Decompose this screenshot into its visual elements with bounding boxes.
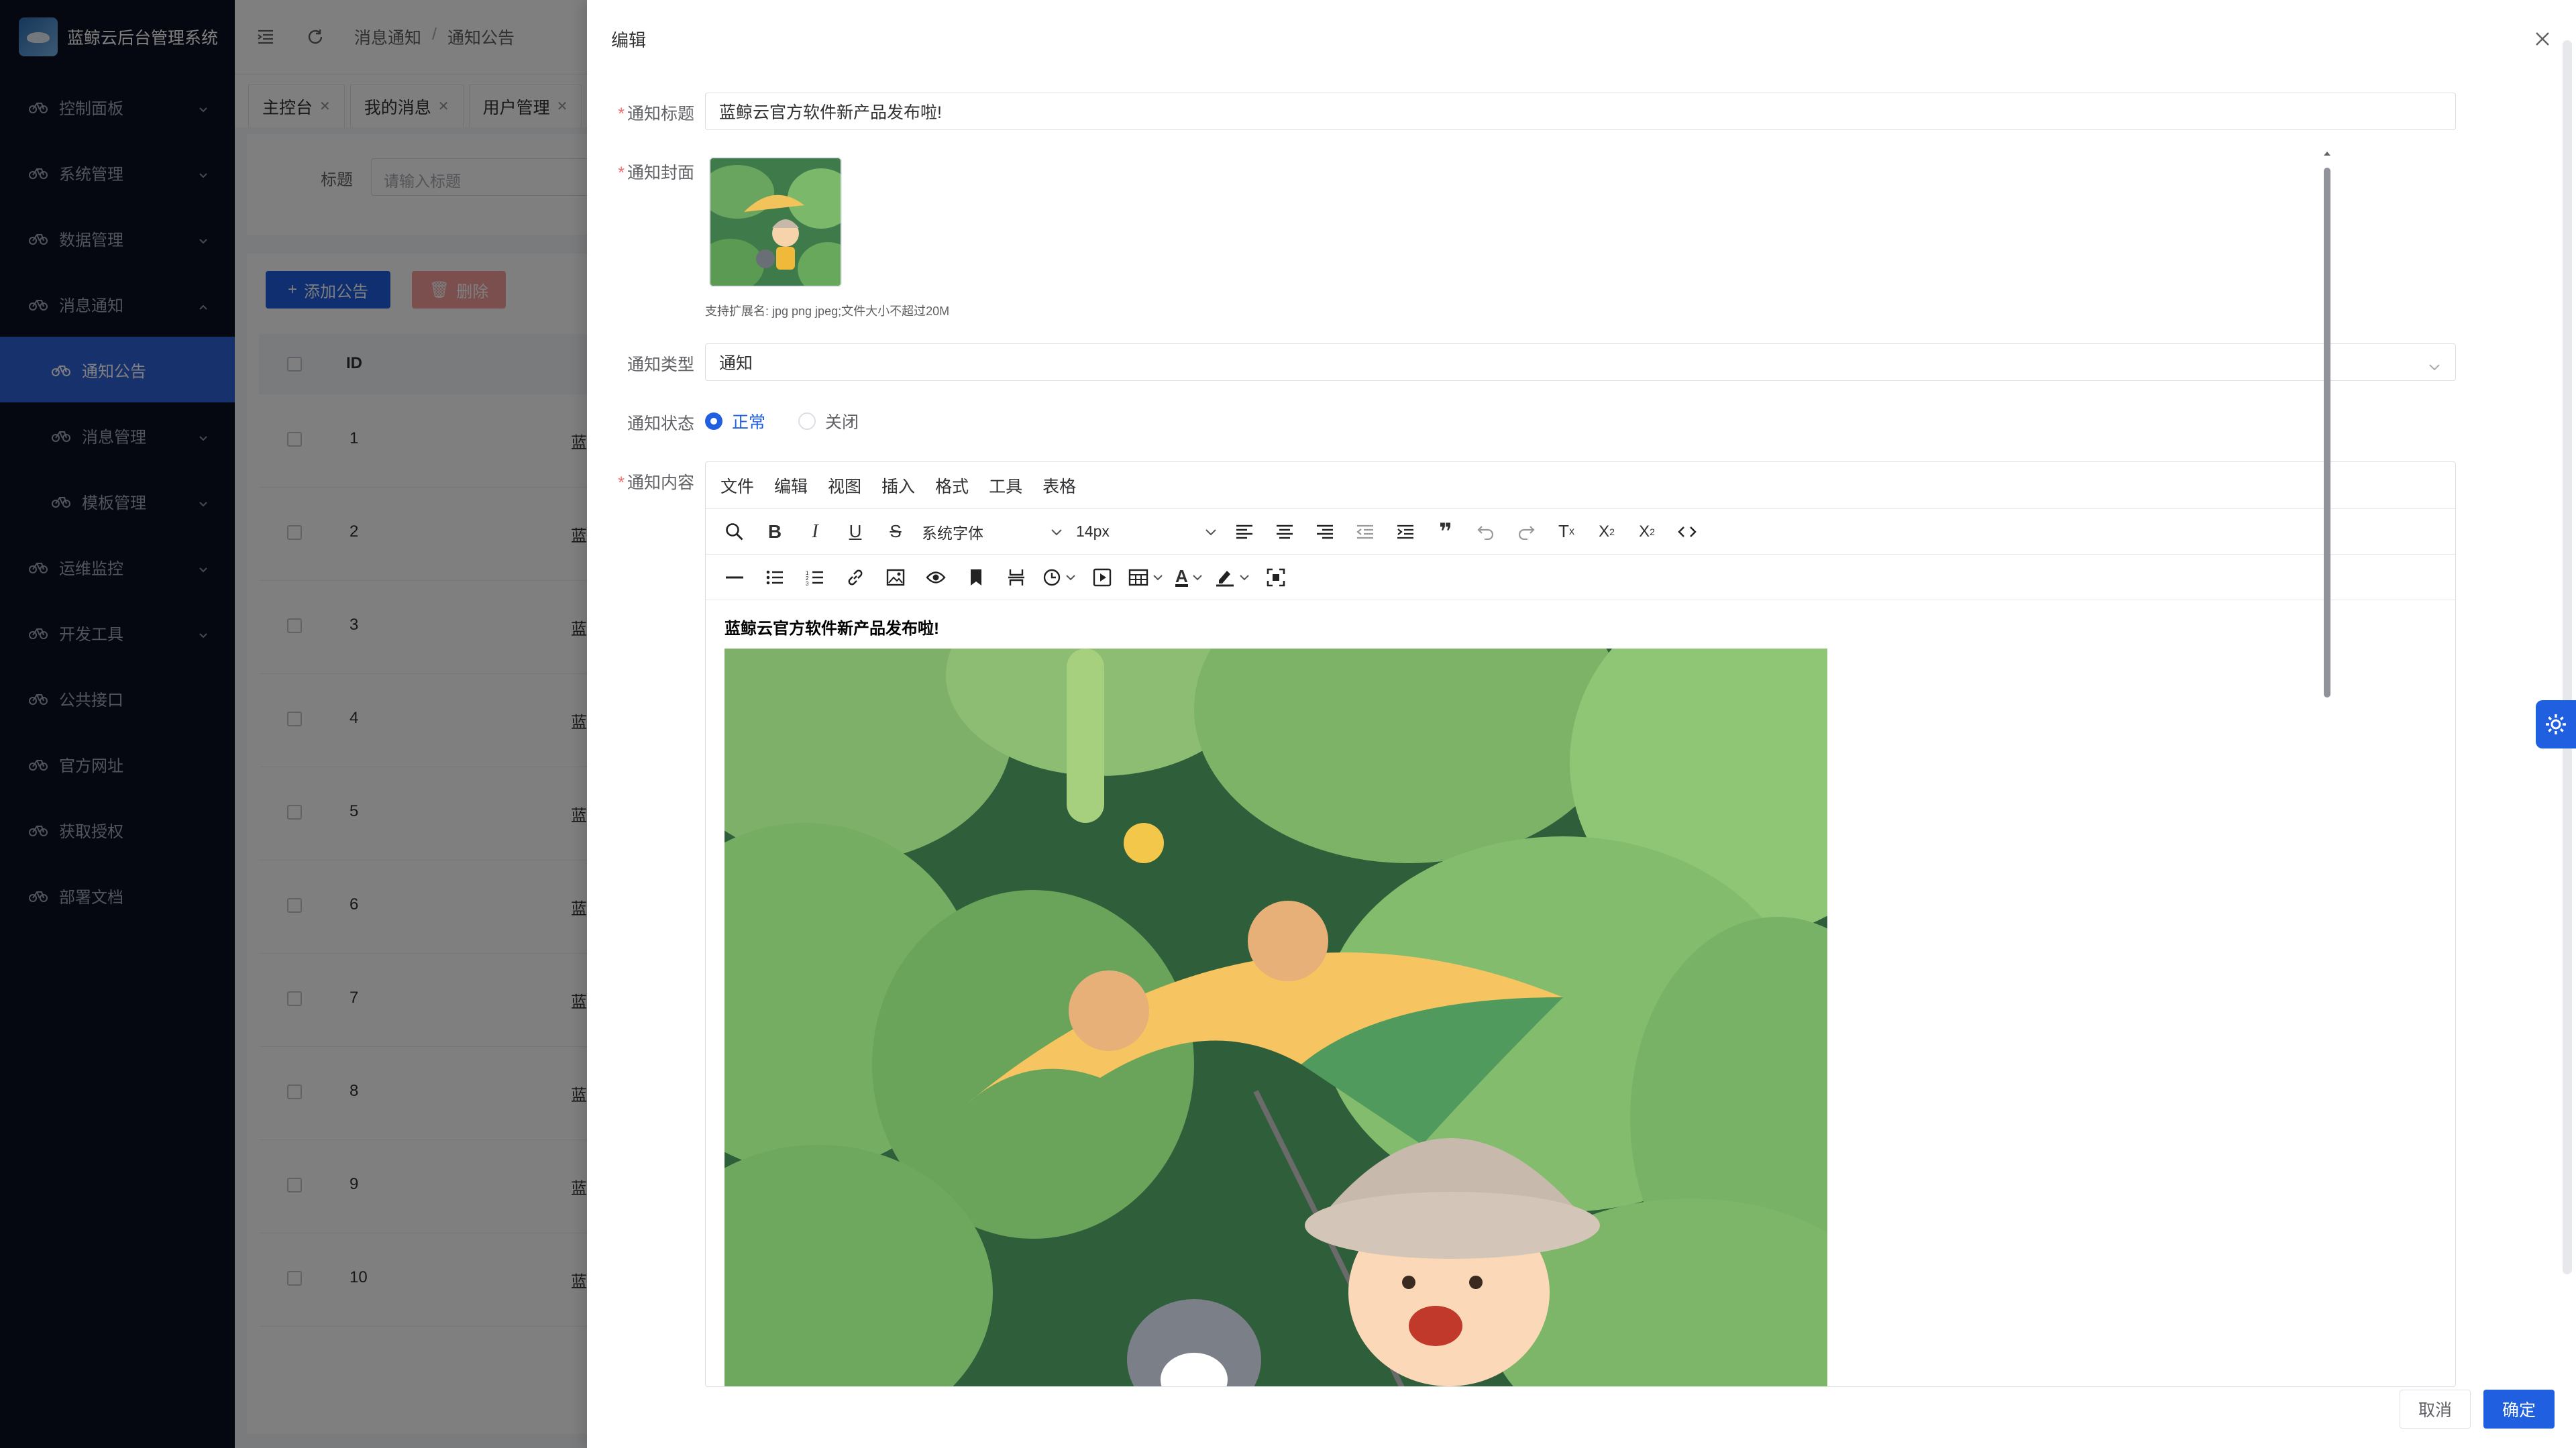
page-break-icon[interactable] [1002,563,1030,592]
close-icon[interactable] [2529,25,2556,52]
underline-icon[interactable]: U [841,518,869,546]
clear-format-icon[interactable]: Tx [1552,518,1580,546]
image-icon[interactable] [881,563,910,592]
superscript-icon[interactable]: X2 [1633,518,1661,546]
editor-scrollbar[interactable] [2322,148,2332,926]
menu-tools[interactable]: 工具 [989,474,1022,498]
table-icon[interactable] [1128,563,1163,592]
type-label-text: 通知类型 [627,355,694,374]
search-icon[interactable] [720,518,749,546]
svg-text:3: 3 [806,581,809,586]
subscript-icon[interactable]: X2 [1593,518,1621,546]
editor-toolbar-row1: B I U S 系统字体 14px ❞ Tx X2 X2 [706,509,2455,555]
status-field-label: 通知状态 [587,410,694,435]
content-field-label: * 通知内容 [587,469,694,494]
bold-icon[interactable]: B [761,518,789,546]
highlight-color-icon[interactable] [1215,563,1250,592]
status-normal-label: 正常 [732,413,766,432]
status-normal-radio[interactable]: 正常 [705,409,765,433]
horizontal-rule-icon[interactable] [720,563,749,592]
status-label-text: 通知状态 [627,414,694,433]
redo-icon[interactable] [1512,518,1540,546]
bookmark-icon[interactable] [962,563,990,592]
settings-gear-button[interactable] [2536,700,2576,748]
status-closed-radio[interactable]: 关闭 [798,409,859,433]
drawer-scrollbar[interactable] [2563,40,2572,1274]
italic-icon[interactable]: I [801,518,829,546]
type-select[interactable]: 通知 [705,343,2456,381]
strikethrough-icon[interactable]: S [881,518,910,546]
required-mark: * [618,105,625,123]
chevron-down-icon [2428,357,2440,377]
menu-file[interactable]: 文件 [720,474,754,498]
indent-icon[interactable] [1391,518,1419,546]
title-input[interactable]: 蓝鲸云官方软件新产品发布啦! [705,93,2456,130]
cover-image[interactable] [709,157,842,287]
title-field-label: * 通知标题 [587,101,694,125]
confirm-button[interactable]: 确定 [2483,1390,2555,1429]
modal-mask[interactable] [0,0,587,1448]
editor-content[interactable]: 蓝鲸云官方软件新产品发布啦! [706,600,2455,1386]
font-family-select[interactable]: 系统字体 [922,520,1063,543]
cover-hint: 支持扩展名: jpg png jpeg;文件大小不超过20M [705,304,950,318]
insert-datetime-icon[interactable] [1042,563,1076,592]
editor-toolbar-row2: 123 A [706,555,2455,600]
bullet-list-icon[interactable] [761,563,789,592]
undo-icon[interactable] [1472,518,1500,546]
radio-checked-icon [705,412,722,430]
gear-icon [2546,714,2566,734]
type-field-label: 通知类型 [587,351,694,376]
numbered-list-icon[interactable]: 123 [801,563,829,592]
menu-format[interactable]: 格式 [935,474,969,498]
radio-unchecked-icon [798,412,816,430]
code-icon[interactable] [1673,518,1701,546]
content-label-text: 通知内容 [627,474,694,492]
required-mark: * [618,474,625,492]
content-heading: 蓝鲸云官方软件新产品发布啦! [724,620,939,638]
required-mark: * [618,164,625,182]
type-select-value: 通知 [719,354,753,373]
preview-icon[interactable] [922,563,950,592]
fullscreen-icon[interactable] [1262,563,1290,592]
cover-label-text: 通知封面 [627,164,694,182]
edit-drawer: 编辑 * 通知标题 蓝鲸云官方软件新产品发布啦! * 通知封面 支持扩展名: jpg… [587,0,2576,1448]
content-illustration[interactable] [724,649,1827,1386]
font-size-value: 14px [1076,522,1110,540]
drawer-title: 编辑 [611,30,647,50]
menu-edit[interactable]: 编辑 [774,474,808,498]
media-icon[interactable] [1088,563,1116,592]
chevron-down-icon [1051,522,1063,541]
chevron-down-icon [1205,522,1217,541]
editor-menubar: 文件 编辑 视图 插入 格式 工具 表格 [706,462,2455,509]
menu-view[interactable]: 视图 [828,474,861,498]
font-size-select[interactable]: 14px [1076,522,1217,541]
link-icon[interactable] [841,563,869,592]
cover-field-label: * 通知封面 [587,160,694,184]
align-center-icon[interactable] [1271,518,1299,546]
cancel-button[interactable]: 取消 [2400,1390,2471,1429]
text-color-icon[interactable]: A [1175,563,1203,592]
blockquote-icon[interactable]: ❞ [1432,518,1460,546]
status-closed-label: 关闭 [825,413,859,432]
align-right-icon[interactable] [1311,518,1339,546]
menu-insert[interactable]: 插入 [881,474,915,498]
outdent-icon[interactable] [1351,518,1379,546]
font-family-value: 系统字体 [922,524,983,542]
menu-table[interactable]: 表格 [1042,474,1076,498]
rich-text-editor: 文件 编辑 视图 插入 格式 工具 表格 B I U S 系统字体 14px ❞… [705,461,2456,1387]
title-label-text: 通知标题 [627,105,694,123]
title-input-value: 蓝鲸云官方软件新产品发布啦! [719,103,942,122]
align-left-icon[interactable] [1230,518,1258,546]
